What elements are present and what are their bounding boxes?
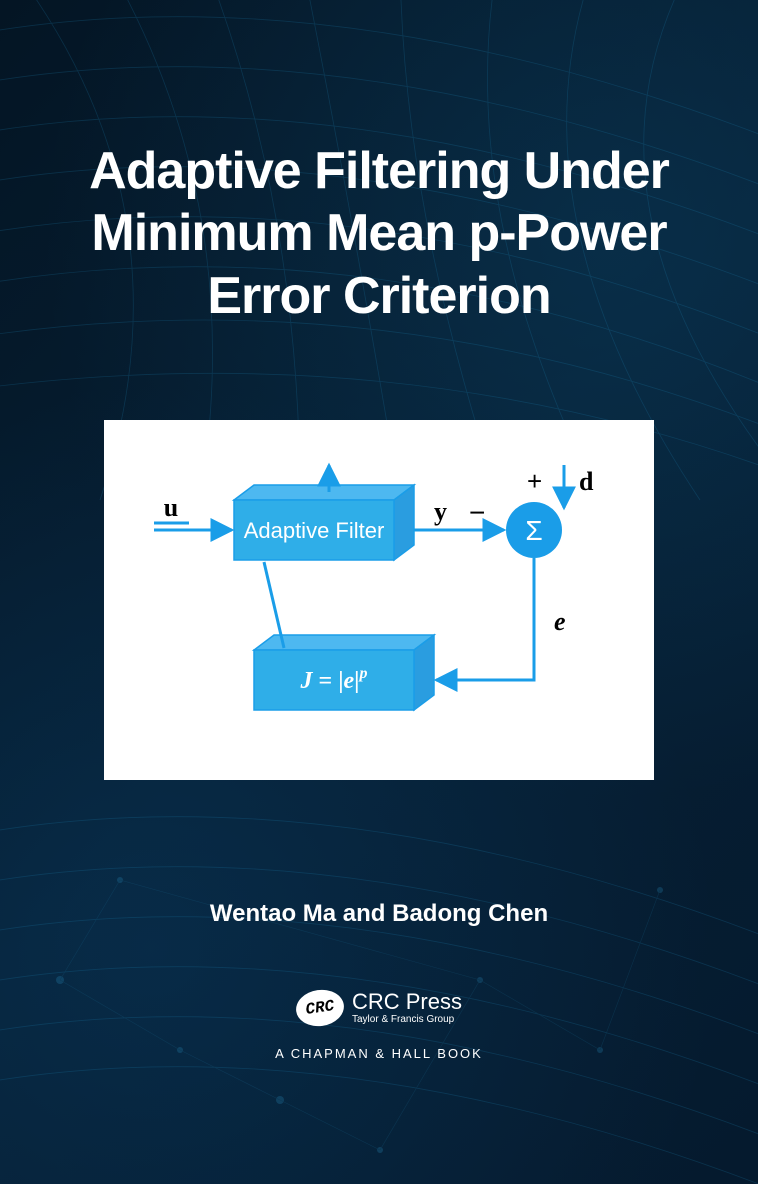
publisher-block: CRC CRC Press Taylor & Francis Group A C… bbox=[0, 990, 758, 1061]
title-line-3: Error Criterion bbox=[207, 267, 550, 325]
tf-group-text: Taylor & Francis Group bbox=[352, 1015, 462, 1025]
authors: Wentao Ma and Badong Chen bbox=[0, 900, 758, 928]
error-path bbox=[436, 558, 534, 680]
diagram-svg: Adaptive Filter J = |e|p Σ u y − d + bbox=[134, 460, 624, 740]
block-diagram: Adaptive Filter J = |e|p Σ u y − d + bbox=[104, 420, 654, 780]
crc-press-text: CRC Press bbox=[352, 991, 462, 1013]
input-label: u bbox=[164, 493, 178, 522]
desired-label: d bbox=[579, 467, 594, 496]
book-title: Adaptive Filtering Under Minimum Mean p-… bbox=[0, 140, 758, 327]
imprint-text: A CHAPMAN & HALL BOOK bbox=[275, 1046, 483, 1061]
crc-text-block: CRC Press Taylor & Francis Group bbox=[352, 991, 462, 1025]
error-label: e bbox=[554, 607, 566, 636]
minus-sign: − bbox=[469, 497, 485, 528]
crc-logo-ellipse: CRC bbox=[294, 987, 347, 1029]
title-line-1: Adaptive Filtering Under bbox=[89, 142, 669, 200]
cost-block-label: J = |e|p bbox=[300, 665, 368, 694]
output-label: y bbox=[434, 497, 447, 526]
title-line-2: Minimum Mean p-Power bbox=[91, 204, 666, 262]
sum-symbol: Σ bbox=[525, 515, 542, 546]
crc-logo: CRC CRC Press Taylor & Francis Group bbox=[296, 990, 462, 1026]
cost-block-3d: J = |e|p bbox=[254, 635, 434, 710]
filter-block-3d: Adaptive Filter bbox=[234, 485, 414, 560]
filter-block-label: Adaptive Filter bbox=[244, 518, 385, 543]
plus-sign: + bbox=[527, 466, 542, 496]
